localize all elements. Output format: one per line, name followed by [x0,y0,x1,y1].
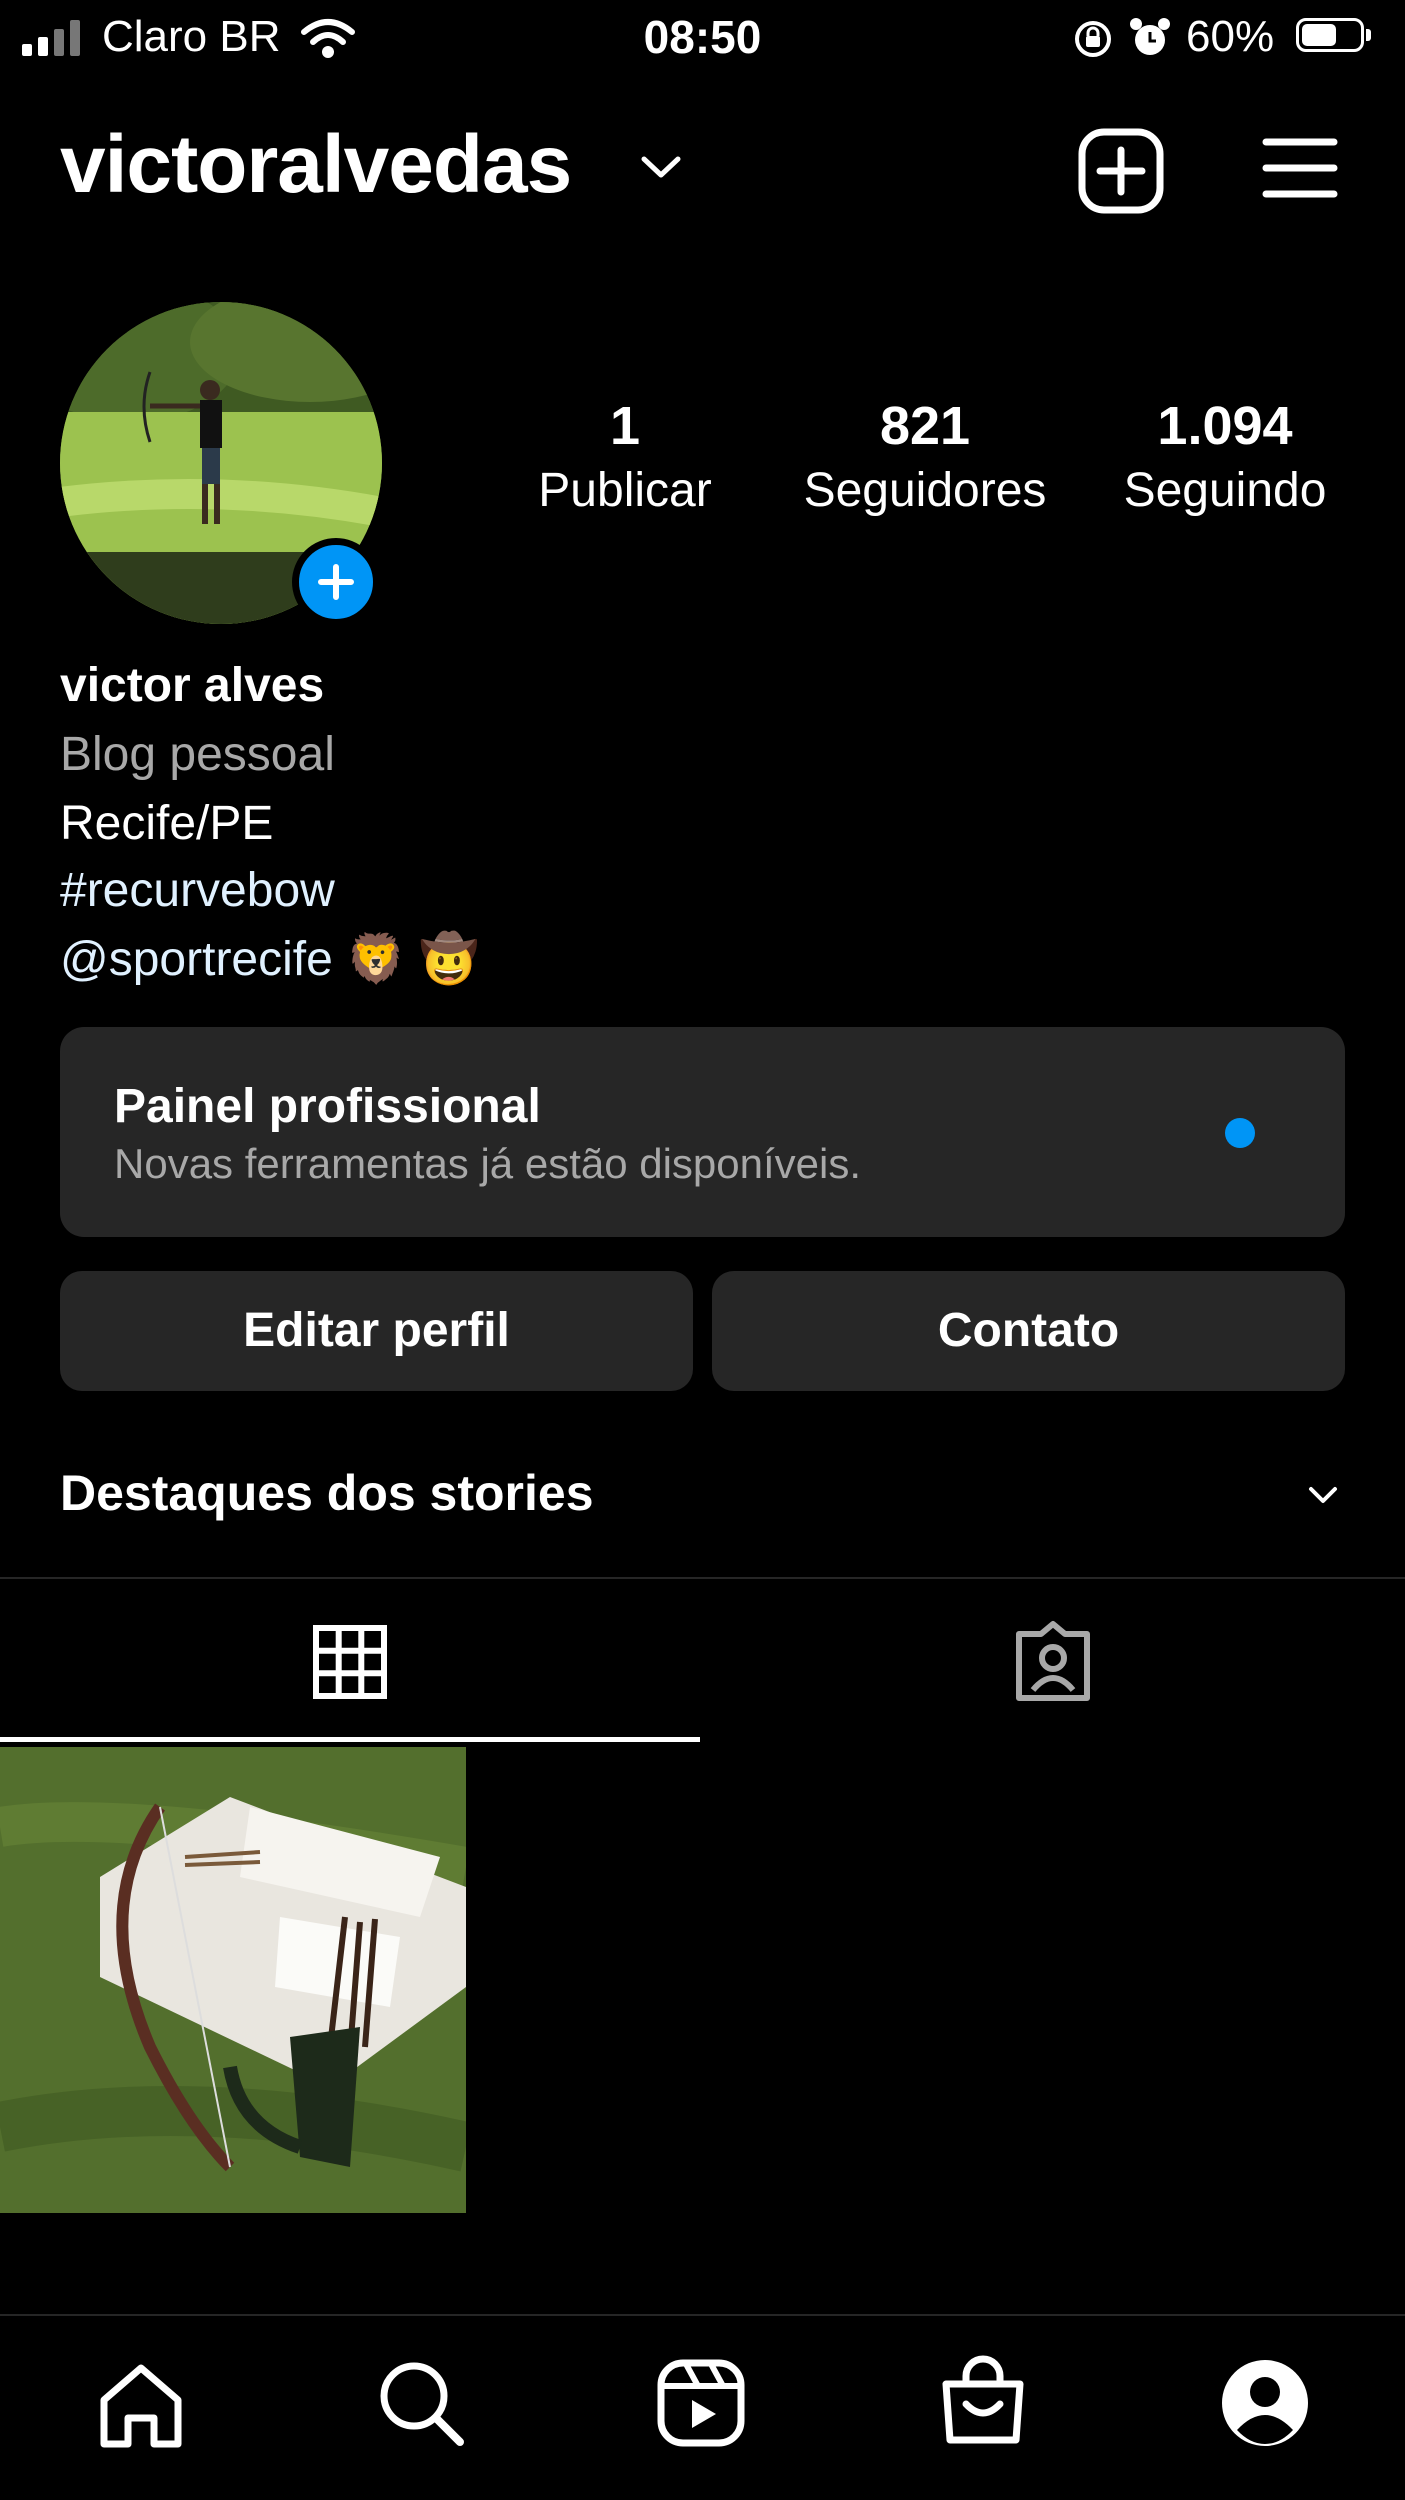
lion-emoji: 🦁 [346,933,406,986]
plus-icon [318,564,354,600]
bio-hashtag-link[interactable]: #recurvebow [60,863,335,918]
edit-profile-button[interactable]: Editar perfil [60,1271,693,1391]
stat-followers[interactable]: 821 Seguidores [785,395,1065,518]
stat-value: 1 [609,396,641,456]
post-photo [0,1747,466,2213]
bottom-navigation [0,2316,1405,2500]
dashboard-title: Painel profissional [114,1080,541,1133]
contact-button[interactable]: Contato [712,1271,1345,1391]
profile-category: Blog pessoal [60,728,335,781]
tab-tagged[interactable] [705,1580,1405,1742]
stat-label: Seguidores [803,464,1047,517]
bio-mention-line: @sportrecife 🦁 🤠 [60,930,479,987]
bio-location: Recife/PE [60,797,274,850]
add-story-button[interactable] [292,538,380,626]
notification-dot [1225,1118,1255,1148]
stat-value: 821 [879,396,971,456]
profile-name: victor alves [60,659,325,712]
rotation-lock-icon [1075,21,1111,57]
stat-following[interactable]: 1.094 Seguindo [1085,395,1365,518]
tagged-icon [1016,1621,1090,1701]
stat-label: Publicar [538,464,712,517]
dashboard-subtitle: Novas ferramentas já estão disponíveis. [114,1140,862,1187]
divider [0,1577,1405,1579]
profile-icon[interactable] [1220,2358,1310,2448]
stat-value: 1.094 [1157,396,1293,456]
battery-icon [1296,18,1376,56]
cowboy-emoji: 🤠 [419,933,480,986]
alarm-icon [1130,18,1170,55]
home-icon[interactable] [96,2360,186,2450]
chevron-down-icon [1309,1487,1337,1503]
new-post-icon[interactable] [1078,128,1164,214]
status-bar: Claro BR 08:50 60% [0,0,1405,80]
post-thumbnail[interactable] [0,1747,466,2213]
active-tab-indicator [0,1737,700,1742]
tab-posts-grid[interactable] [0,1580,700,1742]
reels-icon[interactable] [656,2358,746,2448]
stat-label: Seguindo [1123,464,1327,517]
professional-dashboard-card[interactable]: Painel profissional Novas ferramentas já… [60,1027,1345,1237]
grid-icon [313,1625,387,1699]
search-icon[interactable] [376,2358,466,2448]
battery-percent: 60% [1186,12,1275,61]
story-highlights-toggle[interactable]: Destaques dos stories [0,1440,1405,1550]
stat-posts[interactable]: 1 Publicar [485,395,765,518]
menu-icon[interactable] [1262,136,1338,200]
username-switcher[interactable]: victoralvedas [60,118,572,212]
highlights-title: Destaques dos stories [60,1465,594,1521]
chevron-down-icon[interactable] [640,155,682,181]
username-title: victoralvedas [60,119,572,210]
bio-mention-link[interactable]: @sportrecife [60,933,333,986]
shop-icon[interactable] [938,2354,1028,2448]
